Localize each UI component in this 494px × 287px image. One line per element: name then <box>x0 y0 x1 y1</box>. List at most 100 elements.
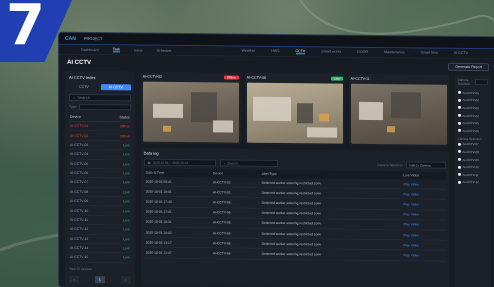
module-tab[interactable]: HWS <box>271 49 279 54</box>
camera-option-label: AI-CCTV-09 <box>462 157 479 162</box>
radio-icon <box>457 121 461 125</box>
device-status: Live <box>123 246 130 251</box>
module-tab[interactable]: CCTV <box>295 49 306 55</box>
log-device: AI-CCTV-06 <box>210 217 260 229</box>
project-selector[interactable]: PROJECT <box>84 36 103 41</box>
camera-option-label: AI-CCTV-04 <box>462 113 479 118</box>
camera-option[interactable]: AI-CCTV-06 <box>457 127 488 135</box>
current-page[interactable]: 1 <box>94 276 105 284</box>
log-time: 2020-10-01 18:02 <box>143 227 211 238</box>
module-tab[interactable]: Maintenance <box>384 50 405 55</box>
camera-option-label: AI-CCTV-10 <box>462 165 479 170</box>
log-camera-filter: Camera Selection Total 15 Camera <box>377 161 446 169</box>
device-search-input[interactable]: ⌕ Search <box>69 93 131 102</box>
device-pager: ‹ 1 › <box>69 275 131 284</box>
device-status: Live <box>123 199 130 204</box>
log-time: 2020-10-01 18:31 <box>143 216 211 228</box>
play-video-link[interactable]: Play Video <box>401 229 446 241</box>
nav-item[interactable]: Dashboard <box>81 47 99 51</box>
table-row[interactable]: 2020-10-01 12:47 AI-CCTV-06 Detected worke… <box>143 247 446 261</box>
log-device: AI-CCTV-06 <box>210 237 260 249</box>
camera-option-label: AI-CCTV-08 <box>462 149 479 155</box>
play-video-link[interactable]: Play Video <box>401 250 446 261</box>
log-time: 2020-10-01 13:17 <box>143 237 211 249</box>
radio-icon <box>457 150 461 154</box>
status-badge: Live <box>331 76 343 81</box>
device-name: AI-CCTV-09 <box>70 199 89 204</box>
module-tab[interactable]: Smart works <box>321 49 341 54</box>
device-name: AI-CCTV-13 <box>70 236 89 241</box>
camera-tile[interactable]: AI-CCTV-11 <box>348 73 449 147</box>
date-range-value: 2020.10.01 ~ 2020.10.01 <box>152 160 189 165</box>
prev-page-button[interactable]: ‹ <box>69 275 79 283</box>
device-status: Live <box>123 152 130 157</box>
camera-selection-label: Camera Selection <box>377 162 403 167</box>
app-logo[interactable]: CAN <box>65 35 76 41</box>
toggle-ai-cctv[interactable]: AI CCTV <box>100 84 131 91</box>
device-status: Offline <box>119 133 130 139</box>
log-time: 2020-10-01 17:41 <box>143 206 211 218</box>
camera-name: AI-CCTV-02 <box>142 74 163 79</box>
generate-report-button[interactable]: Generate Report <box>448 62 489 72</box>
device-status: Live <box>123 218 130 223</box>
camera-name: AI-CCTV-11 <box>350 76 370 81</box>
filter-select[interactable] <box>79 103 131 111</box>
nav-item[interactable]: Schedule <box>157 48 172 52</box>
camera-selection-select[interactable]: Total 15 Camera <box>405 161 446 169</box>
radio-icon <box>457 173 461 177</box>
device-status: Live <box>123 255 130 260</box>
camera-selection-panel: Camera Selection AI-CCTV-01 AI-CCTV-02 AI-… <box>454 74 491 287</box>
camera-feed[interactable] <box>350 83 447 145</box>
device-row[interactable]: AI-CCTV-15 Live <box>69 253 131 264</box>
toggle-cctv[interactable]: CCTV <box>69 84 99 90</box>
module-tab[interactable]: Weather <box>242 49 256 54</box>
camera-selection-label: Camera Selection <box>457 77 470 87</box>
camera-option-label: AI-CCTV-12 <box>462 180 479 185</box>
step-number: 7 <box>6 0 45 58</box>
device-total: Total 15 devices <box>69 266 92 272</box>
device-status: Live <box>123 237 130 242</box>
log-time: 2020-10-01 18:01 <box>143 186 211 198</box>
filter-label: Type <box>69 104 77 109</box>
camera-option[interactable]: AI-CCTV-12 <box>457 178 488 186</box>
next-page-button[interactable]: › <box>120 276 131 284</box>
device-name: AI-CCTV-08 <box>70 189 89 194</box>
camera-tile[interactable]: AI-CCTV-06 Live <box>244 72 345 146</box>
page-title: AI CCTV <box>67 59 91 67</box>
view-toggle: CCTV AI CCTV <box>69 84 131 91</box>
camera-grid: AI-CCTV-02 Offline AI-CCTV-06 Live AI-CC… <box>140 71 449 147</box>
device-filter: Type <box>69 103 131 111</box>
device-name: AI-CCTV-03 <box>70 142 89 147</box>
play-video-link[interactable]: Play Video <box>401 188 446 200</box>
module-tab[interactable]: AI CCTV <box>454 51 468 56</box>
camera-option-label: AI-CCTV-05 <box>462 121 479 126</box>
play-video-link[interactable]: Play Video <box>401 179 446 190</box>
camera-feed[interactable] <box>142 81 239 143</box>
nav-item[interactable]: Task <box>112 47 120 53</box>
device-name: AI-CCTV-02 <box>70 133 89 138</box>
play-video-link[interactable]: Play Video <box>401 199 446 210</box>
camera-tile[interactable]: AI-CCTV-02 Offline <box>140 71 241 145</box>
log-device: AI-CCTV-02 <box>210 186 260 198</box>
nav-item[interactable]: Issue <box>134 48 143 52</box>
date-range-picker[interactable]: ▦ 2020.10.01 ~ 2020.10.01 <box>143 158 216 167</box>
device-name: AI-CCTV-10 <box>70 208 89 213</box>
log-device: AI-CCTV-06 <box>210 197 260 208</box>
module-tab[interactable]: DOOR <box>357 50 368 55</box>
device-status: Offline <box>119 124 130 129</box>
log-search-input[interactable]: ⌕ Search <box>219 159 278 167</box>
radio-icon <box>457 106 461 110</box>
log-device: AI-CCTV-06 <box>210 207 260 219</box>
play-video-link[interactable]: Play Video <box>401 239 446 251</box>
log-device: AI-CCTV-02 <box>210 177 260 188</box>
module-tab[interactable]: Smart bins <box>421 50 438 55</box>
radio-icon <box>457 142 461 146</box>
log-device: AI-CCTV-06 <box>210 248 260 259</box>
camera-selection-sublist: AI-CCTV-07 AI-CCTV-08 AI-CCTV-09 AI-CCTV-10… <box>457 140 488 186</box>
play-video-link[interactable]: Play Video <box>401 219 446 231</box>
camera-selection-select[interactable] <box>474 79 488 86</box>
camera-feed[interactable] <box>246 82 343 144</box>
camera-option-label: AI-CCTV-03 <box>462 105 479 111</box>
calendar-icon: ▦ <box>147 160 151 165</box>
play-video-link[interactable]: Play Video <box>401 209 446 221</box>
